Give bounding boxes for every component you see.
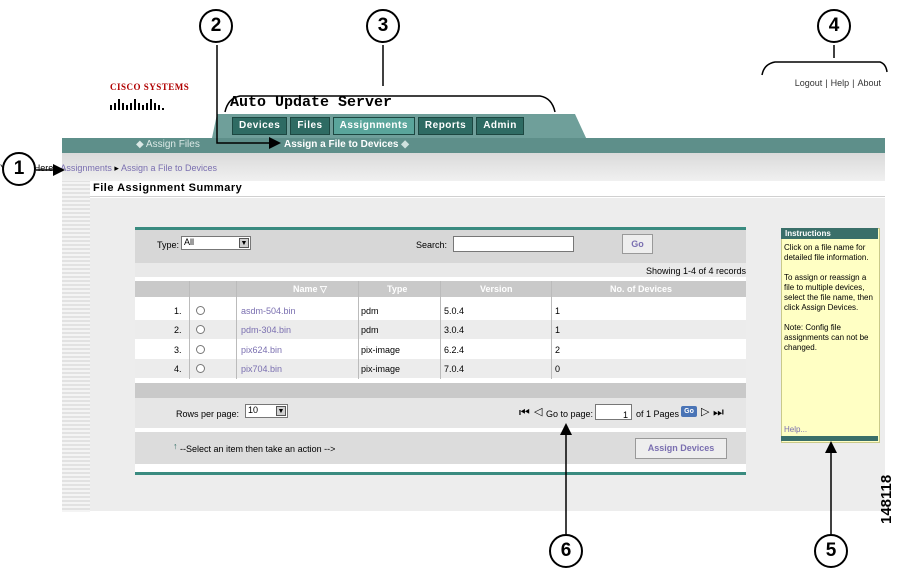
- callout-6: 6: [549, 534, 583, 568]
- figure-id: 148118: [878, 474, 895, 524]
- callout-1: 1: [2, 152, 36, 186]
- callout-2: 2: [199, 9, 233, 43]
- callout-5: 5: [814, 534, 848, 568]
- callout-3: 3: [366, 9, 400, 43]
- callout-lines: [36, 45, 888, 536]
- callout-4: 4: [817, 9, 851, 43]
